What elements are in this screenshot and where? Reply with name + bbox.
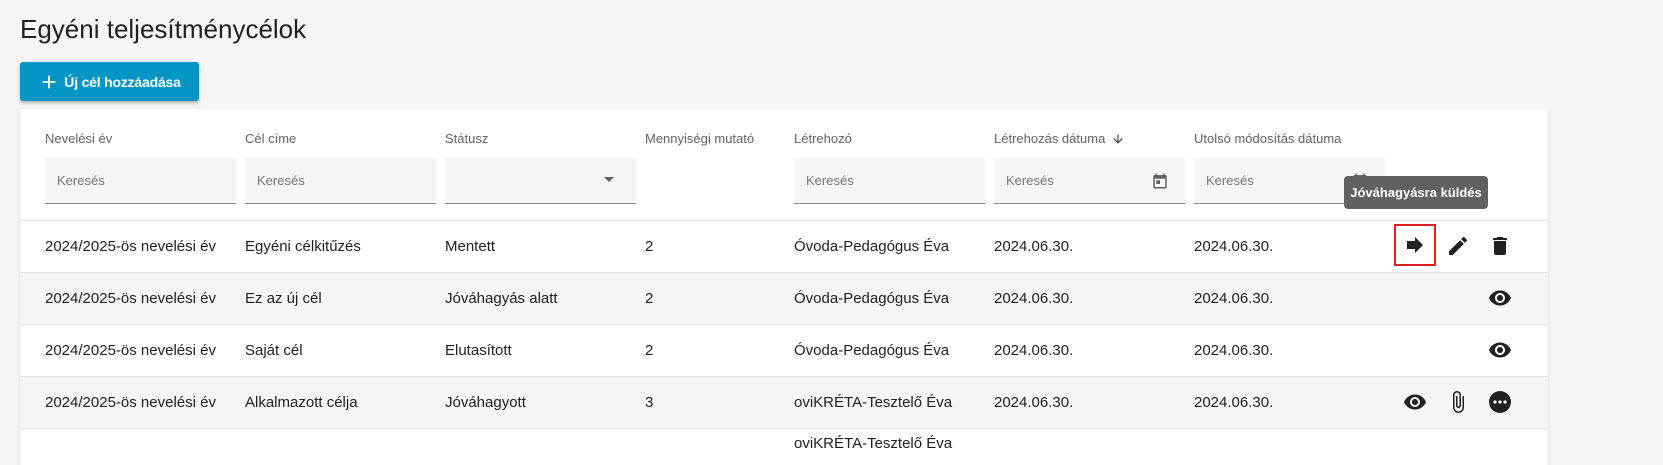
column-header-year[interactable]: Nevelési év <box>45 131 112 146</box>
attachment-icon <box>1453 391 1464 413</box>
sort-descending-icon[interactable] <box>1111 132 1125 146</box>
status-filter-select[interactable] <box>445 158 636 204</box>
created-date-cell: 2024.06.30. <box>994 342 1074 359</box>
year-cell: 2024/2025-ös nevelési év <box>45 238 216 255</box>
year-filter-input[interactable] <box>55 172 199 189</box>
status-cell: Elutasított <box>445 342 512 359</box>
delete-icon <box>1493 237 1507 255</box>
delete-button[interactable] <box>1487 233 1513 259</box>
table-row: 2024/2025-ös nevelési év Alkalmazott cél… <box>20 376 1548 428</box>
more-icon <box>1489 391 1511 413</box>
modified-date-filter-input[interactable] <box>1204 172 1348 189</box>
view-icon <box>1489 342 1511 358</box>
calendar-icon[interactable] <box>1151 172 1169 190</box>
add-goal-button-label: Új cél hozzáadása <box>64 73 181 90</box>
year-filter-field[interactable] <box>45 158 236 204</box>
more-options-button[interactable] <box>1487 389 1513 415</box>
edit-button[interactable] <box>1445 233 1471 259</box>
plus-icon <box>42 75 56 88</box>
created-date-cell: 2024.06.30. <box>994 290 1074 307</box>
column-header-modified[interactable]: Utolsó módosítás dátuma <box>1194 131 1341 146</box>
creator-filter-input[interactable] <box>804 172 948 189</box>
column-header-creator[interactable]: Létrehozó <box>794 131 852 146</box>
created-date-filter-input[interactable] <box>1004 172 1148 189</box>
year-cell: 2024/2025-ös nevelési év <box>45 394 216 411</box>
column-header-created[interactable]: Létrehozás dátuma <box>994 131 1125 146</box>
quantity-cell: 2 <box>645 238 654 255</box>
creator-cell: oviKRÉTA-Tesztelő Éva <box>794 435 953 452</box>
edit-icon <box>1449 236 1468 255</box>
created-date-filter-field[interactable] <box>994 158 1185 204</box>
view-button[interactable] <box>1487 285 1513 311</box>
column-header-title[interactable]: Cél címe <box>245 131 296 146</box>
title-cell: Saját cél <box>245 342 303 359</box>
attachment-button[interactable] <box>1445 389 1471 415</box>
year-cell: 2024/2025-ös nevelési év <box>45 342 216 359</box>
title-filter-field[interactable] <box>245 158 436 204</box>
modified-date-cell: 2024.06.30. <box>1194 342 1274 359</box>
creator-cell: Óvoda-Pedagógus Éva <box>794 290 950 307</box>
creator-filter-field[interactable] <box>794 158 985 204</box>
dropdown-arrow-icon <box>604 177 614 182</box>
modified-date-cell: 2024.06.30. <box>1194 238 1274 255</box>
title-filter-input[interactable] <box>255 172 399 189</box>
page-title: Egyéni teljesítménycélok <box>20 14 307 44</box>
status-cell: Jóváhagyás alatt <box>445 290 558 307</box>
modified-date-cell: 2024.06.30. <box>1194 394 1274 411</box>
column-header-quantity[interactable]: Mennyiségi mutató <box>645 131 754 146</box>
creator-cell: Óvoda-Pedagógus Éva <box>794 238 950 255</box>
table-row: 2024/2025-ös nevelési év Ez az új cél Jó… <box>20 272 1548 324</box>
creator-cell: Óvoda-Pedagógus Éva <box>794 342 950 359</box>
view-button[interactable] <box>1402 389 1428 415</box>
add-goal-button[interactable]: Új cél hozzáadása <box>20 62 199 101</box>
title-cell: Alkalmazott célja <box>245 394 358 411</box>
quantity-cell: 2 <box>645 290 654 307</box>
title-cell: Egyéni célkitűzés <box>245 238 361 255</box>
view-icon <box>1489 290 1511 306</box>
modified-date-cell: 2024.06.30. <box>1194 290 1274 307</box>
send-for-approval-button[interactable] <box>1394 224 1436 266</box>
goals-table: Nevelési év Cél címe Státusz Mennyiségi … <box>20 109 1548 465</box>
title-cell: Ez az új cél <box>245 290 322 307</box>
quantity-cell: 3 <box>645 394 654 411</box>
table-row: 2024/2025-ös nevelési év Egyéni célkitűz… <box>20 220 1548 272</box>
view-button[interactable] <box>1487 337 1513 363</box>
table-row: 2024/2025-ös nevelési év Saját cél Eluta… <box>20 324 1548 376</box>
quantity-cell: 2 <box>645 342 654 359</box>
column-header-status[interactable]: Státusz <box>445 131 488 146</box>
status-cell: Jóváhagyott <box>445 394 526 411</box>
created-date-cell: 2024.06.30. <box>994 238 1074 255</box>
creator-cell: oviKRÉTA-Tesztelő Éva <box>794 394 953 411</box>
send-for-approval-icon <box>1407 237 1423 253</box>
status-cell: Mentett <box>445 238 496 255</box>
created-date-cell: 2024.06.30. <box>994 394 1074 411</box>
year-cell: 2024/2025-ös nevelési év <box>45 290 216 307</box>
action-tooltip: Jóváhagyásra küldés <box>1344 176 1488 209</box>
view-icon <box>1404 394 1426 410</box>
table-row: oviKRÉTA-Tesztelő Éva <box>20 428 1548 465</box>
